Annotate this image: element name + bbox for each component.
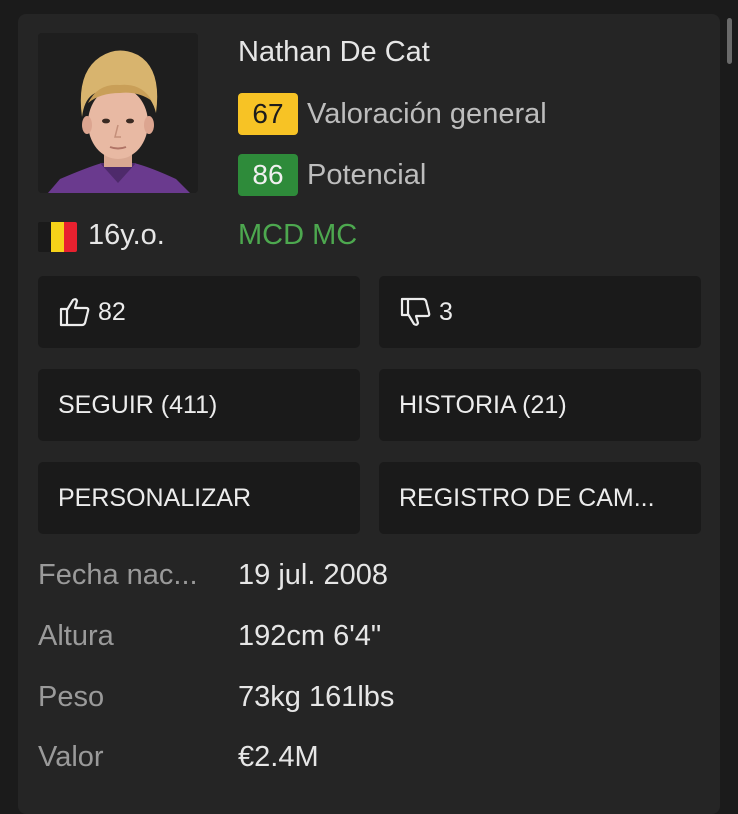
- customize-button[interactable]: PERSONALIZAR: [38, 462, 360, 534]
- thumbs-down-icon: [399, 296, 433, 328]
- thumbs-up-icon: [58, 296, 92, 328]
- history-button[interactable]: HISTORIA (21): [379, 369, 701, 441]
- dislike-button[interactable]: 3: [379, 276, 701, 348]
- player-photo: [38, 33, 198, 193]
- player-positions: MCD MC: [238, 219, 358, 251]
- birthdate-label: Fecha nac...: [38, 558, 198, 591]
- birthdate-value: 19 jul. 2008: [238, 558, 388, 591]
- player-avatar-image: [38, 33, 198, 193]
- dislike-count: 3: [439, 297, 453, 326]
- info-row-height: Altura 192cm 6'4": [38, 616, 381, 656]
- like-button[interactable]: 82: [38, 276, 360, 348]
- market-value-label: Valor: [38, 740, 104, 773]
- scrollbar[interactable]: [727, 18, 732, 64]
- weight-label: Peso: [38, 680, 105, 713]
- overall-rating-label: Valoración general: [307, 97, 547, 130]
- overall-rating-row: 67 Valoración general: [238, 93, 547, 135]
- changelog-button[interactable]: REGISTRO DE CAM...: [379, 462, 701, 534]
- follow-button[interactable]: SEGUIR (411): [38, 369, 360, 441]
- overall-rating-badge: 67: [238, 93, 298, 135]
- height-value: 192cm 6'4": [238, 619, 382, 652]
- like-count: 82: [98, 297, 126, 326]
- weight-value: 73kg 161lbs: [238, 680, 395, 713]
- potential-rating-label: Potencial: [307, 158, 427, 191]
- info-row-weight: Peso 73kg 161lbs: [38, 677, 394, 717]
- potential-rating-badge: 86: [238, 154, 298, 196]
- player-age: 16y.o.: [88, 219, 165, 251]
- potential-rating-row: 86 Potencial: [238, 154, 426, 196]
- player-name: Nathan De Cat: [238, 36, 430, 68]
- height-label: Altura: [38, 619, 114, 652]
- info-row-value: Valor €2.4M: [38, 737, 319, 777]
- market-value: €2.4M: [238, 740, 319, 773]
- info-row-birthdate: Fecha nac... 19 jul. 2008: [38, 555, 388, 595]
- belgium-flag-icon: [38, 222, 77, 252]
